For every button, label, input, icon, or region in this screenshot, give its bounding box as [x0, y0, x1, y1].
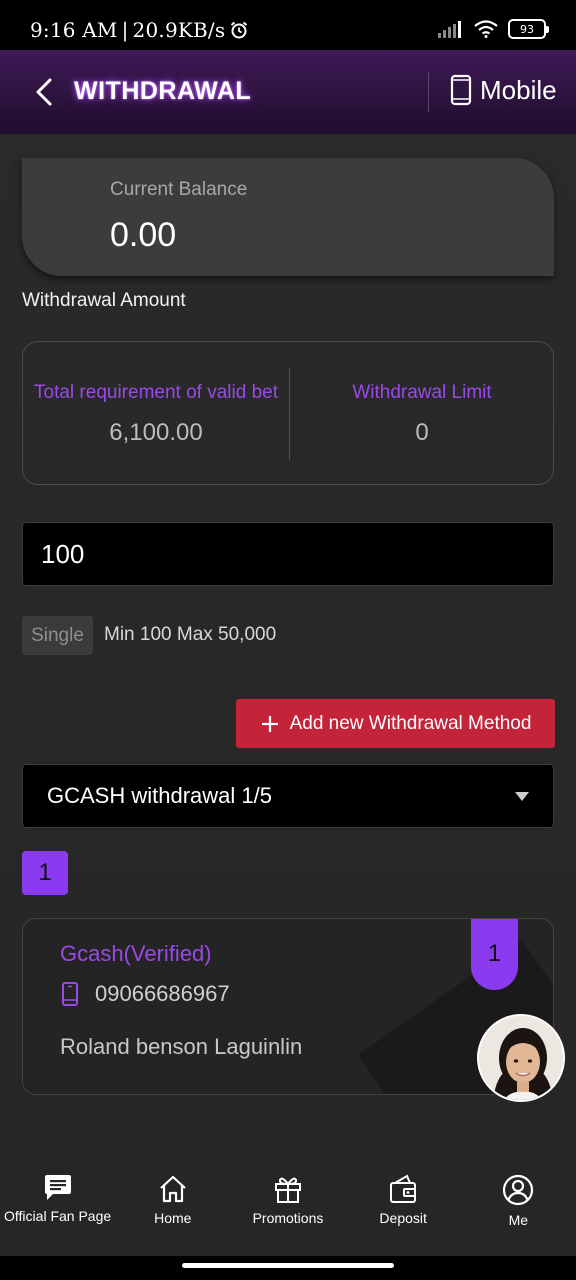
nav-label: Deposit: [379, 1210, 427, 1226]
requirement-column: Total requirement of valid bet 6,100.00: [23, 342, 289, 486]
support-agent-portrait: [479, 1016, 563, 1100]
nav-label: Official Fan Page: [4, 1208, 112, 1224]
nav-item-promotions[interactable]: Promotions: [230, 1160, 345, 1256]
status-left: 9:16 AM | 20.9KB/s: [30, 18, 249, 42]
limit-column: Withdrawal Limit 0: [289, 342, 555, 486]
alarm-icon: [231, 21, 248, 39]
card-index-badge: 1: [471, 919, 518, 990]
method-selected-value: GCASH withdrawal 1/5: [47, 783, 272, 808]
signal-icon: [438, 21, 461, 38]
add-method-label: Add new Withdrawal Method: [289, 712, 532, 734]
nav-label: Me: [508, 1212, 529, 1228]
page-title: WITHDRAWAL: [74, 77, 252, 105]
chat-icon: [44, 1175, 71, 1200]
withdrawal-amount-label: Withdrawal Amount: [22, 290, 186, 311]
amount-input[interactable]: 100: [22, 522, 554, 586]
mobile-button[interactable]: Mobile: [450, 74, 557, 106]
status-speed: 20.9KB/s: [132, 18, 226, 42]
limit-title: Withdrawal Limit: [352, 381, 492, 403]
withdrawal-method-select[interactable]: GCASH withdrawal 1/5: [22, 764, 554, 828]
account-phone-row: 09066686967: [61, 981, 230, 1007]
requirement-value: 6,100.00: [109, 418, 203, 446]
status-right: 93: [438, 19, 549, 39]
support-avatar[interactable]: [477, 1014, 565, 1102]
back-button[interactable]: [26, 70, 62, 114]
status-separator: |: [121, 18, 129, 42]
account-card[interactable]: Gcash(Verified) 09066686967 Roland benso…: [22, 918, 554, 1095]
nav-item-official-fan-page[interactable]: Official Fan Page: [0, 1160, 115, 1256]
min-max-text: Min 100 Max 50,000: [104, 624, 277, 645]
account-holder-name: Roland benson Laguinlin: [60, 1034, 303, 1059]
home-gesture-handle[interactable]: [182, 1263, 394, 1268]
header-divider: [428, 72, 429, 112]
nav-label: Promotions: [252, 1210, 324, 1226]
limit-value: 0: [415, 418, 429, 446]
battery-icon: 93: [508, 19, 549, 39]
status-time: 9:16 AM: [30, 18, 118, 42]
user-icon: [503, 1174, 534, 1206]
single-tag: Single: [22, 616, 93, 655]
nav-item-home[interactable]: Home: [115, 1160, 230, 1256]
mobile-label: Mobile: [480, 74, 557, 105]
mobile-phone-icon: [450, 74, 472, 106]
balance-value: 0.00: [110, 216, 177, 254]
battery-level: 93: [520, 22, 534, 36]
requirement-title: Total requirement of valid bet: [34, 381, 278, 403]
balance-label: Current Balance: [110, 179, 248, 200]
account-name: Gcash(Verified): [60, 941, 212, 966]
withdrawal-screen: 9:16 AM | 20.9KB/s 93 WITHDRAWAL Mobile …: [0, 0, 576, 1280]
wallet-icon: [390, 1174, 417, 1203]
page-badge[interactable]: 1: [22, 851, 68, 895]
nav-item-deposit[interactable]: Deposit: [346, 1160, 461, 1256]
account-phone: 09066686967: [95, 981, 230, 1006]
phone-icon: [62, 982, 78, 1006]
nav-label: Home: [154, 1210, 192, 1226]
gesture-bar: [0, 1256, 576, 1280]
nav-item-me[interactable]: Me: [461, 1160, 576, 1256]
balance-card: Current Balance 0.00: [22, 158, 554, 276]
home-icon: [160, 1175, 186, 1203]
add-withdrawal-method-button[interactable]: Add new Withdrawal Method: [236, 699, 555, 748]
app-header: WITHDRAWAL Mobile: [0, 50, 576, 134]
gift-icon: [274, 1177, 301, 1203]
wifi-icon: [474, 20, 498, 38]
caret-down-icon: [515, 792, 529, 801]
bottom-nav: Official Fan Page Home Promotions Deposi…: [0, 1160, 576, 1256]
plus-icon: [261, 715, 278, 732]
chevron-left-icon: [36, 78, 52, 106]
requirement-box: Total requirement of valid bet 6,100.00 …: [22, 341, 554, 485]
